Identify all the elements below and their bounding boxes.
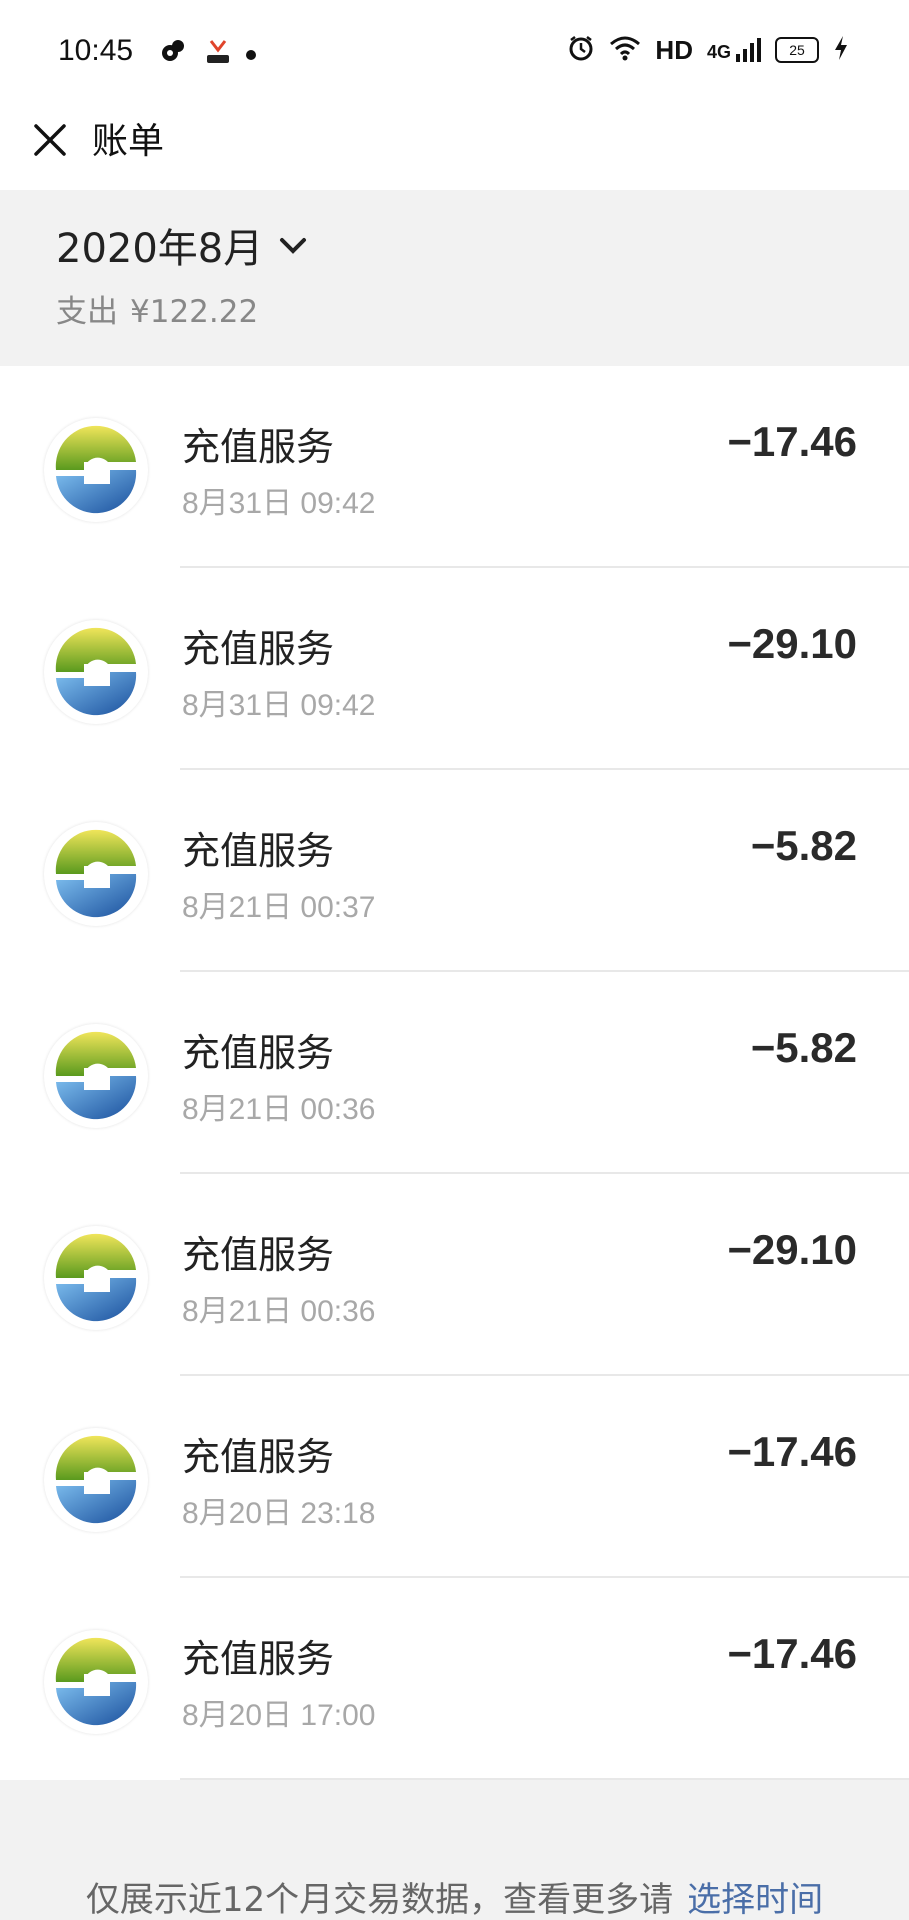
- transaction-date: 8月31日 09:42: [182, 487, 376, 520]
- month-summary: 2020年8月 支出 ¥122.22: [0, 190, 909, 366]
- month-selector[interactable]: 2020年8月: [56, 216, 307, 274]
- transaction-date: 8月21日 00:36: [182, 1093, 376, 1126]
- transaction-name: 充值服务: [182, 1435, 335, 1479]
- select-time-link[interactable]: 选择时间: [687, 1880, 823, 1920]
- transaction-amount: −17.46: [727, 1630, 857, 1677]
- transaction-amount: −17.46: [727, 418, 857, 465]
- list-item[interactable]: 充值服务 8月21日 00:37 −5.82: [0, 770, 909, 972]
- transaction-amount: −5.82: [750, 822, 857, 869]
- merchant-logo-icon: [44, 418, 148, 522]
- transaction-amount: −29.10: [727, 1226, 857, 1273]
- chevron-down-icon: [279, 236, 307, 260]
- signal-icon: 4G: [707, 37, 761, 63]
- transaction-name: 充值服务: [182, 1031, 335, 1075]
- wifi-icon: [609, 35, 641, 65]
- close-button[interactable]: [22, 114, 78, 170]
- hd-label: HD: [655, 34, 693, 65]
- list-item[interactable]: 充值服务 8月20日 17:00 −17.46: [0, 1578, 909, 1780]
- transaction-name: 充值服务: [182, 1637, 335, 1681]
- list-item[interactable]: 充值服务 8月31日 09:42 −29.10: [0, 568, 909, 770]
- battery-icon: 25: [775, 37, 819, 63]
- transaction-date: 8月21日 00:36: [182, 1295, 376, 1328]
- page-title: 账单: [92, 121, 165, 162]
- transaction-date: 8月20日 17:00: [182, 1699, 376, 1732]
- list-item[interactable]: 充值服务 8月21日 00:36 −29.10: [0, 1174, 909, 1376]
- merchant-logo-icon: [44, 620, 148, 724]
- transaction-date: 8月31日 09:42: [182, 689, 376, 722]
- bill-screen: 10:45 HD 4G 25 账单 2020年8月 支出 ¥122.22 充值服…: [0, 0, 909, 1920]
- transaction-name: 充值服务: [182, 425, 335, 469]
- charging-icon: [833, 35, 849, 65]
- status-bar: 10:45 HD 4G 25: [0, 0, 909, 110]
- network-type: 4G: [706, 42, 731, 62]
- transaction-date: 8月21日 00:37: [182, 891, 376, 924]
- alarm-icon: [567, 34, 595, 66]
- header-bar: 账单: [0, 110, 909, 190]
- merchant-logo-icon: [44, 1024, 148, 1128]
- transaction-amount: −17.46: [727, 1428, 857, 1475]
- list-item[interactable]: 充值服务 8月31日 09:42 −17.46: [0, 366, 909, 568]
- month-label: 2020年8月: [56, 226, 264, 272]
- transaction-list: 充值服务 8月31日 09:42 −17.46 充值服务 8月31日 09:42…: [0, 366, 909, 1780]
- shop-app-icon: [204, 38, 232, 70]
- transaction-date: 8月20日 23:18: [182, 1497, 376, 1530]
- transaction-name: 充值服务: [182, 627, 335, 671]
- merchant-logo-icon: [44, 822, 148, 926]
- expense-label: 支出: [56, 294, 118, 330]
- notification-dot: [246, 50, 256, 60]
- transaction-name: 充值服务: [182, 1233, 335, 1277]
- merchant-logo-icon: [44, 1226, 148, 1330]
- expense-amount: ¥122.22: [130, 294, 259, 330]
- squirrel-app-icon: [160, 38, 186, 68]
- list-footer: 仅展示近12个月交易数据，查看更多请 选择时间: [0, 1780, 909, 1920]
- transaction-name: 充值服务: [182, 829, 335, 873]
- footer-note: 仅展示近12个月交易数据，查看更多请 选择时间: [0, 1872, 909, 1920]
- status-icons: HD 4G 25: [567, 34, 849, 66]
- list-item[interactable]: 充值服务 8月21日 00:36 −5.82: [0, 972, 909, 1174]
- status-time: 10:45: [58, 34, 134, 67]
- merchant-logo-icon: [44, 1630, 148, 1734]
- expense-total: 支出 ¥122.22: [56, 286, 270, 331]
- footer-text: 仅展示近12个月交易数据，查看更多请: [85, 1880, 674, 1920]
- transaction-amount: −29.10: [727, 620, 857, 667]
- list-item[interactable]: 充值服务 8月20日 23:18 −17.46: [0, 1376, 909, 1578]
- transaction-amount: −5.82: [750, 1024, 857, 1071]
- merchant-logo-icon: [44, 1428, 148, 1532]
- close-icon: [32, 122, 68, 162]
